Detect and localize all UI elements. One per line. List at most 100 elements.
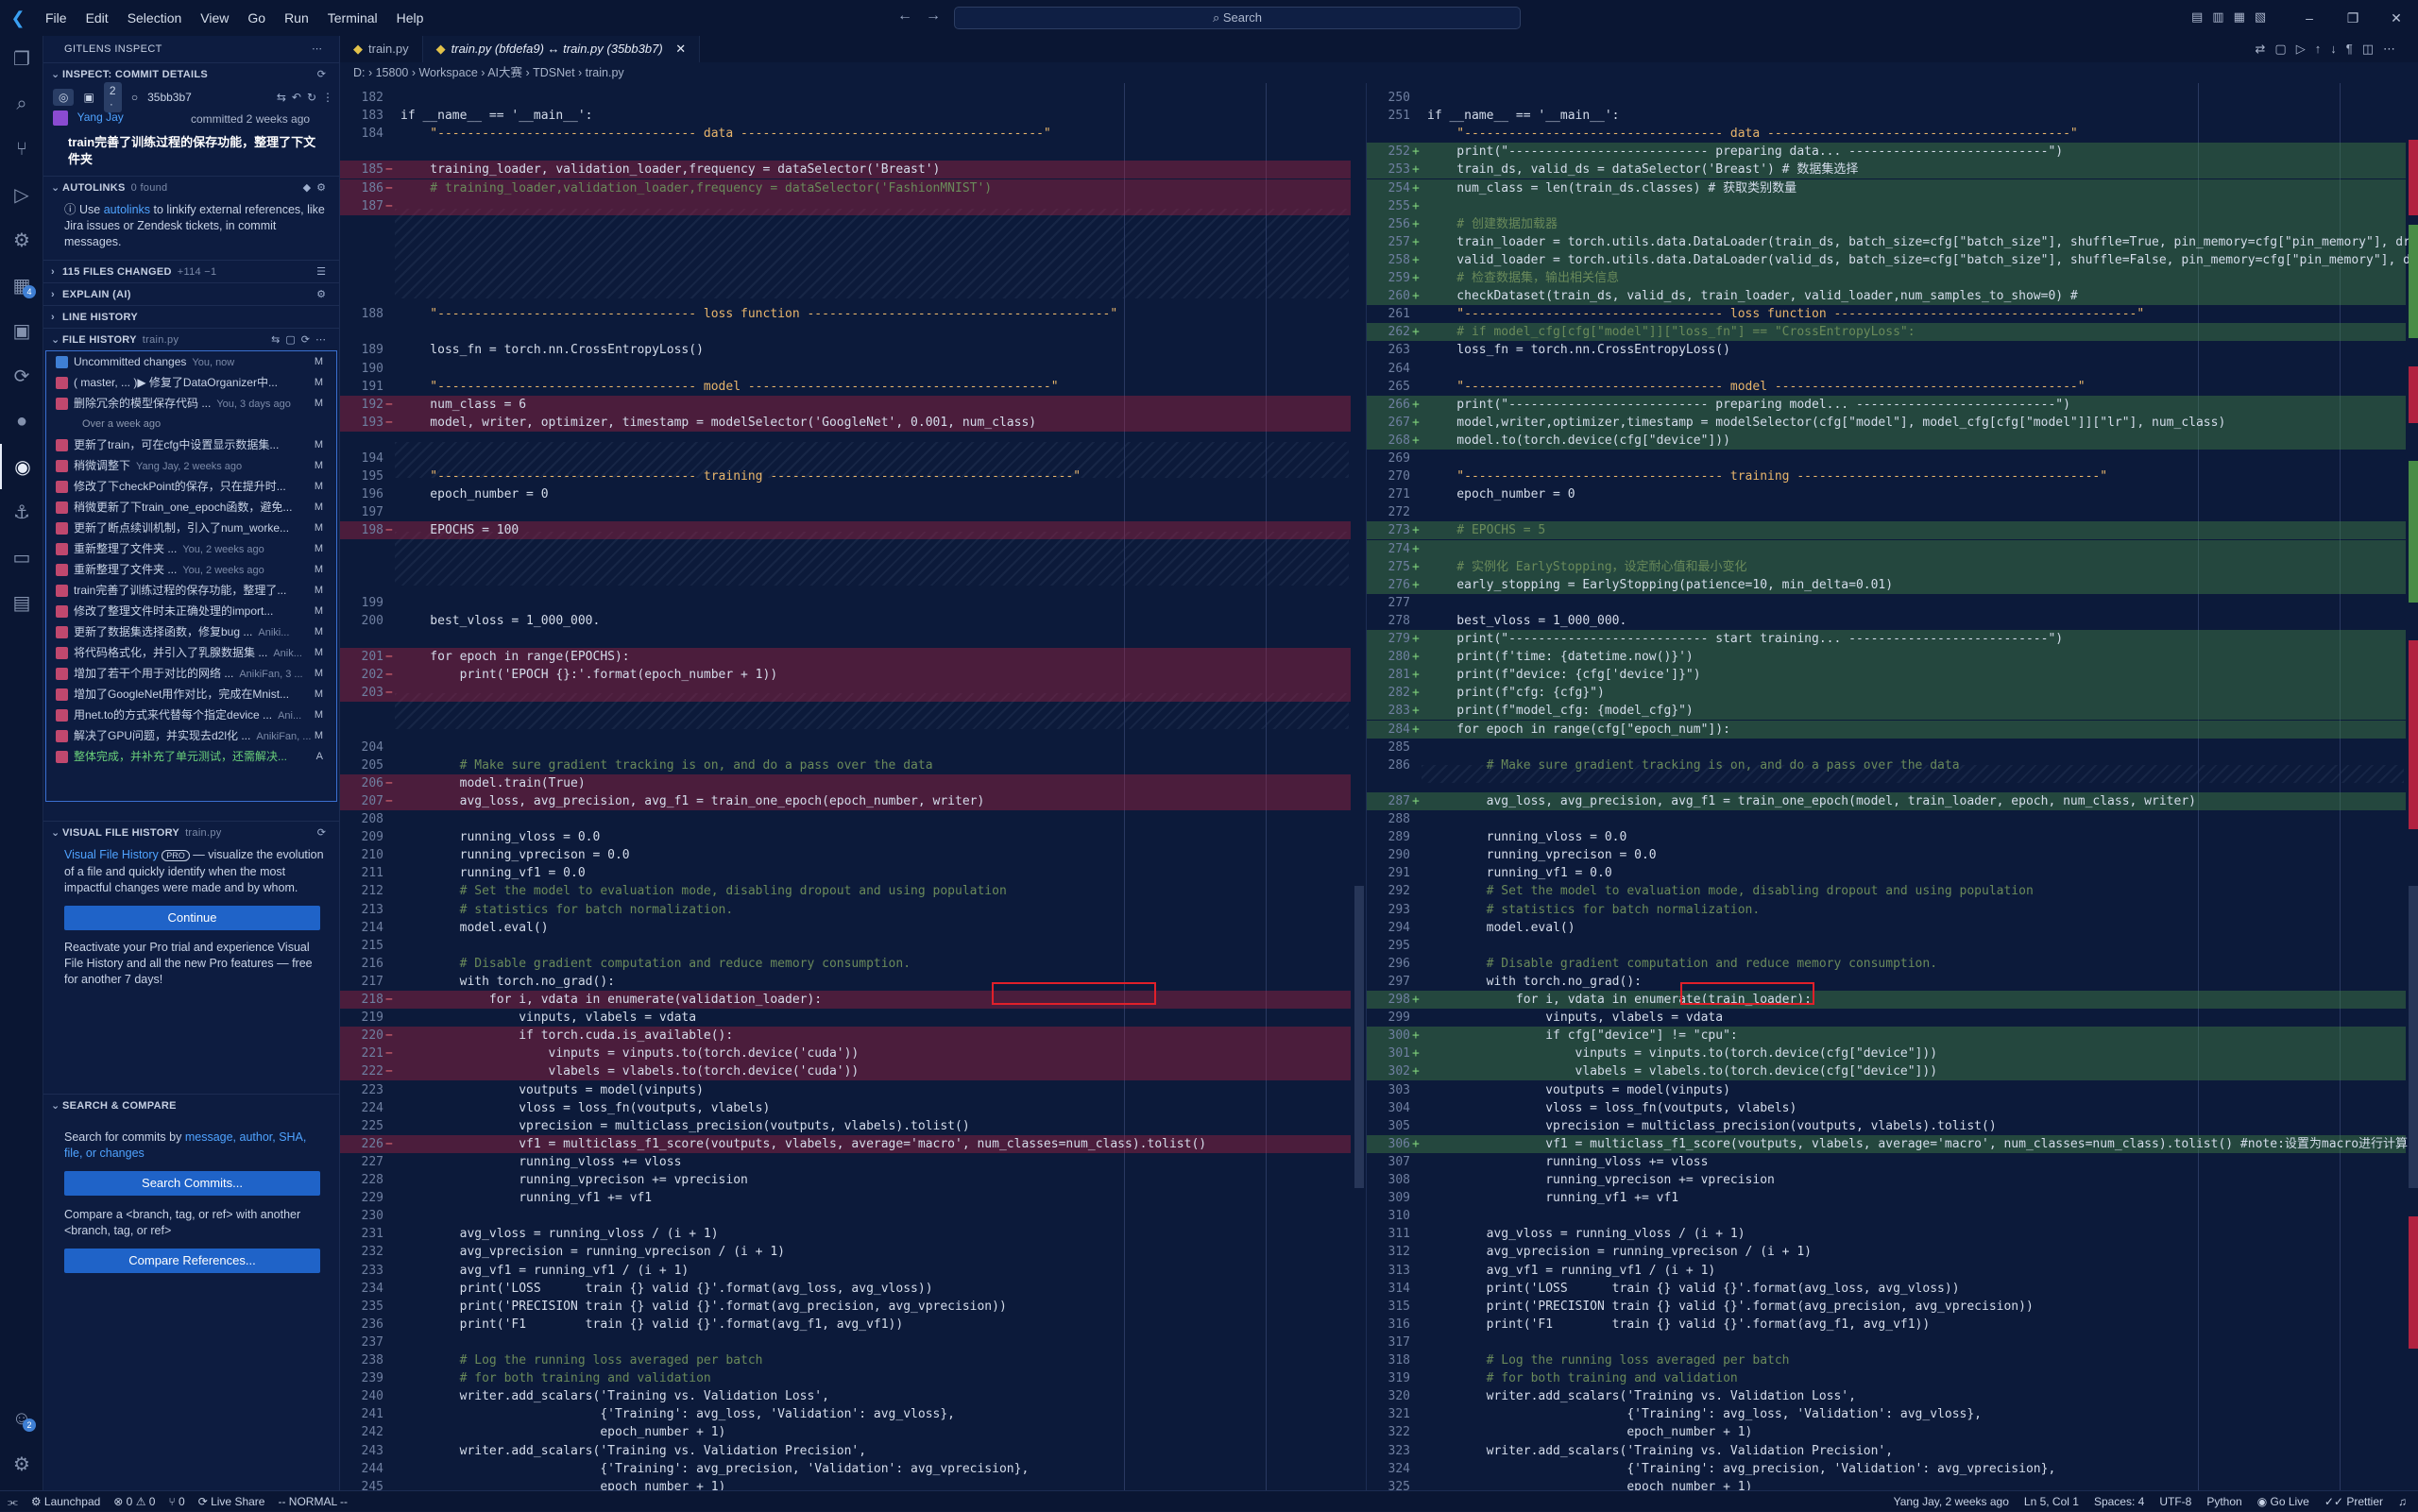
code-line[interactable]: 242 epoch_number + 1) [340,1423,1351,1441]
code-line[interactable]: 320 writer.add_scalars('Training vs. Val… [1367,1387,2406,1405]
code-line[interactable]: 310 [1367,1207,2406,1225]
refresh-icon[interactable]: ⟳ [317,63,332,86]
code-line[interactable]: 305 vprecision = multiclass_precision(vo… [1367,1117,2406,1135]
split-editor-icon[interactable]: ◫ [2362,42,2383,56]
diff-right-pane[interactable]: 250 251 if __name__ == '__main__': "------… [1366,83,2418,1490]
status-language[interactable]: Python [2206,1491,2241,1512]
code-line[interactable]: 209 running_vloss = 0.0 [340,828,1351,846]
code-line[interactable]: 308 running_vprecison += vprecision [1367,1171,2406,1189]
commit-details-header[interactable]: ⌄ INSPECT: COMMIT DETAILS ⟳ [43,62,339,85]
commit-actions-icon[interactable]: ⇆↶↻⋮ [277,91,339,104]
view-as-tree-icon[interactable]: ☰ [316,261,332,283]
code-line[interactable]: 290 running_vprecison = 0.0 [1367,846,2406,864]
status-problems[interactable]: ⊗ 0 ⚠ 0 [113,1491,155,1512]
open-file-icon[interactable]: ▢ [2274,42,2295,56]
code-line[interactable]: 188 "-----------------------------------… [340,305,1351,323]
code-line[interactable]: 311 avg_vloss = running_vloss / (i + 1) [1367,1225,2406,1243]
vfh-refresh-icon[interactable]: ⟳ [317,822,332,844]
code-line[interactable]: 219 vinputs, vlabels = vdata [340,1009,1351,1027]
file-history-actions-icon[interactable]: ⇆▢⟳⋯ [271,329,332,351]
code-line[interactable]: 279 + print("--------------------------- … [1367,630,2406,648]
gitlens-inspect-icon[interactable]: ◉ [0,444,43,489]
scrollbar-thumb[interactable] [1354,886,1364,1188]
minimize-icon[interactable]: – [2288,10,2331,25]
code-line[interactable]: "----------------------------------- dat… [1367,125,2406,143]
diff-left-pane[interactable]: 182 183 if __name__ == '__main__': 184 "---… [340,83,1364,1490]
code-line[interactable]: 293 # statistics for batch normalization… [1367,901,2406,919]
code-line[interactable]: 204 [340,739,1351,756]
autolinks-link[interactable]: autolinks [104,203,150,216]
open-changes-icon[interactable]: ⇄ [2256,42,2275,56]
code-line[interactable]: 314 print('LOSS train {} valid {}'.forma… [1367,1280,2406,1298]
code-line[interactable]: 312 avg_vprecision = running_vprecison /… [1367,1243,2406,1261]
status-cursor-position[interactable]: Ln 5, Col 1 [2024,1491,2079,1512]
file-history-item[interactable]: 解决了GPU问题，并实现去d2l化 ... AnikiFan, ... M [46,725,336,746]
code-line[interactable]: 306 + vf1 = multiclass_f1_score(voutputs,… [1367,1134,2408,1153]
file-history-item[interactable]: train完善了训练过程的保存功能，整理了... M [46,580,336,601]
code-line[interactable]: 297 with torch.no_grad(): [1367,973,2406,991]
previous-change-icon[interactable]: ↑ [2315,42,2331,56]
file-history-item[interactable]: 增加了若干个用于对比的网络 ... AnikiFan, 3 ... M [46,663,336,684]
restore-icon[interactable]: ❐ [2331,10,2375,26]
file-history-item[interactable]: 整体完成，并补充了单元测试，还需解决... A [46,746,336,767]
code-line[interactable]: 194 [340,450,1351,467]
code-line[interactable]: 304 vloss = loss_fn(voutputs, vlabels) [1367,1099,2406,1117]
code-line[interactable]: 299 vinputs, vlabels = vdata [1367,1009,2406,1027]
code-line[interactable]: 192− num_class = 6 [340,395,1351,414]
code-line[interactable]: 203− [340,684,1351,703]
compare-references-button[interactable]: Compare References... [64,1249,320,1273]
file-history-item[interactable]: 更新了断点续训机制，引入了num_worke... M [46,518,336,538]
code-line[interactable]: 261 "-----------------------------------… [1367,305,2406,323]
code-line[interactable]: 262 + # if model_cfg[cfg["model"]]["loss_… [1367,323,2406,342]
code-line[interactable]: 254 + num_class = len(train_ds.classes) #… [1367,178,2406,197]
chat-icon[interactable]: ▭ [0,535,43,580]
code-line[interactable]: 227 running_vloss += vloss [340,1153,1351,1171]
file-history-item[interactable]: ( master, ... )▶ 修复了DataOrganizer中... M [46,372,336,393]
status-ports[interactable]: ⑂ 0 [168,1491,184,1512]
code-line[interactable]: 255 + [1367,196,2406,215]
code-line[interactable]: 193− model, writer, optimizer, timestamp… [340,413,1351,432]
code-line[interactable]: 235 print('PRECISION train {} valid {}'.… [340,1298,1351,1316]
code-line[interactable] [340,630,1351,648]
customize-layout-icon[interactable]: ▧ [2255,9,2266,25]
live-share-icon[interactable]: ⟳ [0,353,43,399]
code-line[interactable]: 233 avg_vf1 = running_vf1 / (i + 1) [340,1262,1351,1280]
status-prettier[interactable]: ✓✓ Prettier [2324,1491,2383,1512]
code-line[interactable]: 316 print('F1 train {} valid {}'.format(… [1367,1316,2406,1334]
menu-run[interactable]: Run [275,0,318,36]
accounts-icon[interactable]: ☺ 2 [0,1396,43,1441]
editor-more-icon[interactable]: ⋯ [2383,42,2405,56]
code-line[interactable]: 269 [1367,450,2406,467]
code-line[interactable]: 294 model.eval() [1367,919,2406,937]
code-line[interactable]: 207− avg_loss, avg_precision, avg_f1 = t… [340,791,1351,810]
tab-train-py-diff[interactable]: ◆ train.py (bfdefa9) ↔ train.py (35bb3b7)… [422,36,701,62]
file-history-item[interactable]: 重新整理了文件夹 ... You, 2 weeks ago M [46,538,336,559]
remote-explorer-icon[interactable]: ▣ [0,308,43,353]
code-line[interactable]: 292 # Set the model to evaluation mode, … [1367,882,2406,900]
code-line[interactable]: 226− vf1 = multiclass_f1_score(voutputs,… [340,1134,1351,1153]
code-line[interactable]: 275 + # 实例化 EarlyStopping，设定耐心值和最小变化 [1367,557,2406,576]
code-line[interactable]: 220− if torch.cuda.is_available(): [340,1027,1351,1045]
code-line[interactable]: 260 + checkDataset(train_ds, valid_ds, tr… [1367,287,2406,306]
code-line[interactable]: 289 running_vloss = 0.0 [1367,828,2406,846]
menu-edit[interactable]: Edit [77,0,118,36]
code-line[interactable]: 280 + print(f'time: {datetime.now()}') [1367,648,2406,667]
code-line[interactable]: 211 running_vf1 = 0.0 [340,864,1351,882]
status-launchpad[interactable]: ⚙ Launchpad [31,1491,100,1512]
right-scroll-gutter[interactable] [2407,83,2418,1490]
code-line[interactable]: 284 + for epoch in range(cfg["epoch_num"]… [1367,720,2406,739]
code-line[interactable]: 222− vlabels = vlabels.to(torch.device('… [340,1062,1351,1081]
code-line[interactable]: 317 [1367,1334,2406,1351]
code-line[interactable]: 225 vprecision = multiclass_precision(vo… [340,1117,1351,1135]
file-history-item[interactable]: 更新了数据集选择函数，修复bug ... Aniki... M [46,621,336,642]
code-line[interactable]: 214 model.eval() [340,919,1351,937]
code-line[interactable]: 325 epoch_number + 1) [1367,1478,2406,1490]
explorer-icon[interactable]: ❐ [0,36,43,81]
code-line[interactable]: 324 {'Training': avg_precision, 'Validat… [1367,1460,2406,1478]
file-history-item[interactable]: 修改了整理文件时未正确处理的import... M [46,601,336,621]
menu-terminal[interactable]: Terminal [318,0,387,36]
remote-indicator-icon[interactable]: ⫘ [8,1491,18,1512]
search-view-icon[interactable]: ⌕ [0,81,43,127]
code-line[interactable]: 286 # Make sure gradient tracking is on,… [1367,756,2406,774]
code-line[interactable]: 318 # Log the running loss averaged per … [1367,1351,2406,1369]
